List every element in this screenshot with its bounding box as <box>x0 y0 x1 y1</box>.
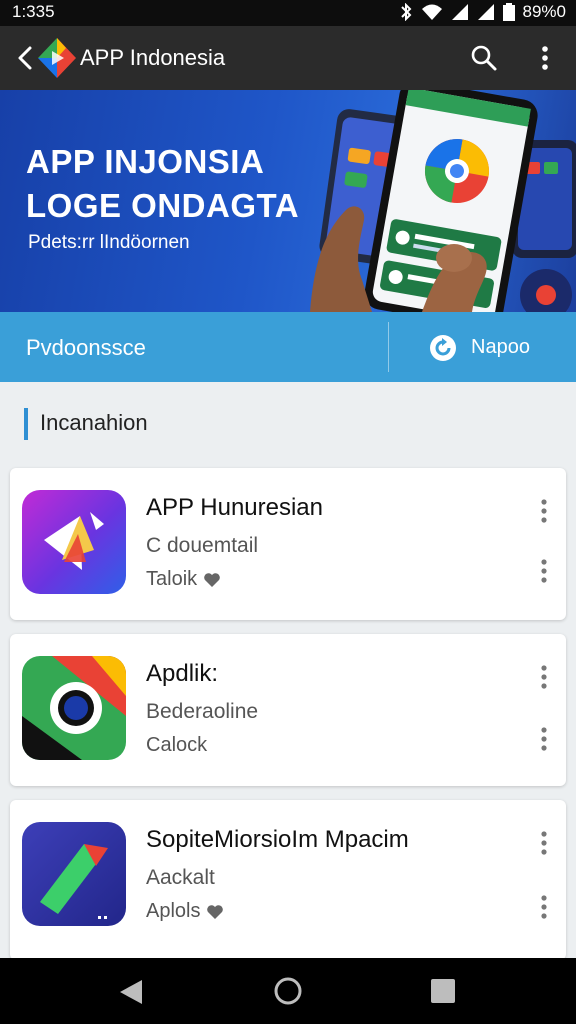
app-subtitle: Aackalt <box>146 866 215 889</box>
hero-banner[interactable]: APP INJONSIA LOGE ONDAGTA Pdets:rr lIndö… <box>0 90 576 312</box>
signal-icon <box>477 4 494 20</box>
nav-home-icon[interactable] <box>272 975 304 1007</box>
app-card[interactable]: Apdlik: Bederaoline Calock <box>10 634 566 786</box>
app-meta: Aplols <box>146 900 224 923</box>
app-meta-label: Calock <box>146 734 208 756</box>
back-button[interactable] <box>12 44 38 72</box>
app-subtitle: C douemtail <box>146 534 259 557</box>
action-strip: Pvdoonssce Napoo <box>0 312 576 382</box>
app-title: APP Indonesia <box>80 45 226 70</box>
signal-icon <box>451 4 468 20</box>
status-time: 1:335 <box>12 2 55 21</box>
search-button[interactable] <box>470 44 498 72</box>
secondary-action-label: Napoo <box>471 336 530 358</box>
nav-recents-icon[interactable] <box>430 978 456 1004</box>
wifi-icon <box>421 4 442 20</box>
system-nav-bar <box>0 958 576 1024</box>
more-vert-icon <box>541 831 547 855</box>
more-vert-icon <box>541 499 547 523</box>
app-title: SopiteMiorsioIm Mpacim <box>146 826 409 853</box>
primary-action-button[interactable]: Pvdoonssce <box>0 312 388 382</box>
app-title: APP Hunuresian <box>146 494 323 521</box>
app-icon-graphic-3 <box>22 822 126 926</box>
banner-phone-illustration <box>310 90 576 312</box>
card-more-button[interactable] <box>532 496 556 526</box>
app-icon <box>22 656 126 760</box>
refresh-icon <box>430 335 456 361</box>
app-logo <box>38 38 76 78</box>
app-icon <box>22 490 126 594</box>
app-icon-graphic-1 <box>22 490 126 594</box>
back-arrow-icon <box>18 46 32 70</box>
app-icon <box>22 822 126 926</box>
card-more-button-secondary[interactable] <box>532 892 556 922</box>
primary-action-label: Pvdoonssce <box>26 335 146 360</box>
more-vert-icon <box>542 46 548 70</box>
app-card[interactable]: APP Hunuresian C douemtail Taloik <box>10 468 566 620</box>
card-more-button-secondary[interactable] <box>532 724 556 754</box>
battery-text: 89%0 <box>522 2 566 21</box>
status-icons: 89%0 <box>399 2 566 22</box>
app-meta: Taloik <box>146 568 221 591</box>
nav-back-icon[interactable] <box>116 978 146 1006</box>
battery-icon <box>502 3 515 21</box>
more-vert-icon <box>541 895 547 919</box>
card-more-button[interactable] <box>532 828 556 858</box>
secondary-action-button[interactable]: Napoo <box>389 312 576 382</box>
section-title: Incanahion <box>40 410 148 435</box>
app-icon-graphic-2 <box>22 656 126 760</box>
more-vert-icon <box>541 727 547 751</box>
app-meta-label: Taloik <box>146 568 198 590</box>
app-meta: Calock <box>146 734 207 757</box>
heart-icon <box>207 904 224 919</box>
app-subtitle: Bederaoline <box>146 700 259 723</box>
bluetooth-icon <box>400 3 411 21</box>
more-options-button[interactable] <box>532 44 558 72</box>
card-more-button-secondary[interactable] <box>532 556 556 586</box>
banner-subtitle: Pdets:rr lIndöornen <box>28 232 190 253</box>
more-vert-icon <box>541 559 547 583</box>
more-vert-icon <box>541 665 547 689</box>
heart-icon <box>204 572 220 587</box>
search-icon <box>471 45 497 71</box>
status-bar: 1:335 89%0 <box>0 0 576 26</box>
section-accent-bar <box>24 408 28 440</box>
app-title: Apdlik: <box>146 660 219 687</box>
card-more-button[interactable] <box>532 662 556 692</box>
app-bar: APP Indonesia <box>0 26 576 90</box>
app-card[interactable]: SopiteMiorsioIm Mpacim Aackalt Aplols <box>10 800 566 960</box>
app-meta-label: Aplols <box>146 900 201 922</box>
